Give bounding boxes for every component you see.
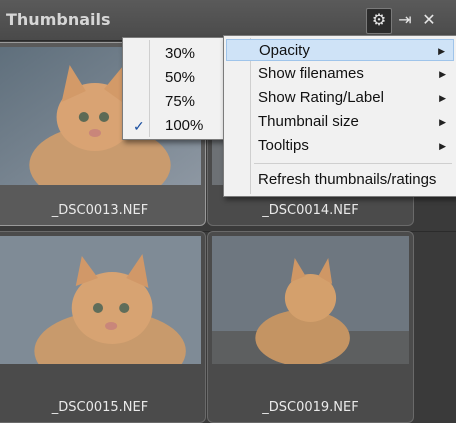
menu-item-label: 75% (165, 93, 196, 110)
menu-item-show-filenames[interactable]: Show filenames ▶ (226, 63, 454, 85)
checkmark-icon: ✓ (133, 118, 145, 134)
menu-item-label: 50% (165, 69, 196, 86)
thumbnail-image (0, 236, 201, 364)
menu-item-show-rating-label[interactable]: Show Rating/Label ▶ (226, 87, 454, 109)
close-icon[interactable]: ✕ (418, 9, 440, 31)
submenu-arrow-icon: ▶ (439, 93, 446, 103)
panel-title: Thumbnails (6, 10, 111, 29)
menu-item-thumbnail-size[interactable]: Thumbnail size ▶ (226, 111, 454, 133)
menu-item-label: Show Rating/Label (258, 89, 384, 106)
thumbnail-cell[interactable]: _DSC0015.NEF (0, 231, 206, 423)
thumbnail-filename: _DSC0015.NEF (51, 400, 149, 415)
menu-item-label: Show filenames (258, 65, 364, 82)
submenu-arrow-icon: ▶ (439, 69, 446, 79)
thumbnail-filename: _DSC0019.NEF (262, 400, 359, 415)
thumbnail-image (212, 236, 409, 364)
opacity-75-item[interactable]: 75% (125, 91, 223, 113)
opacity-100-item[interactable]: ✓ 100% (125, 115, 223, 137)
menu-item-refresh-thumbnails[interactable]: Refresh thumbnails/ratings (226, 169, 454, 191)
gear-icon[interactable]: ⚙ (366, 8, 392, 34)
menu-item-label: Tooltips (258, 137, 309, 154)
menu-item-label: Thumbnail size (258, 113, 359, 130)
menu-item-label: 30% (165, 45, 196, 62)
submenu-arrow-icon: ▶ (438, 46, 445, 56)
menu-item-label: Opacity (259, 42, 310, 59)
menu-separator (254, 163, 452, 164)
thumbnail-filename: _DSC0014.NEF (262, 203, 359, 218)
opacity-50-item[interactable]: 50% (125, 67, 223, 89)
submenu-arrow-icon: ▶ (439, 141, 446, 151)
thumbnail-cell[interactable]: _DSC0019.NEF (207, 231, 414, 423)
dock-icon[interactable]: ⇥ (394, 9, 416, 31)
opacity-30-item[interactable]: 30% (125, 43, 223, 65)
submenu-arrow-icon: ▶ (439, 117, 446, 127)
menu-item-label: Refresh thumbnails/ratings (258, 171, 437, 188)
menu-item-opacity[interactable]: Opacity ▶ (226, 39, 454, 61)
menu-item-label: 100% (165, 117, 204, 134)
opacity-submenu: 30% 50% 75% ✓ 100% (122, 37, 226, 140)
thumbnails-options-menu: Opacity ▶ Show filenames ▶ Show Rating/L… (223, 35, 456, 197)
menu-item-tooltips[interactable]: Tooltips ▶ (226, 135, 454, 157)
thumbnail-filename: _DSC0013.NEF (51, 203, 149, 218)
